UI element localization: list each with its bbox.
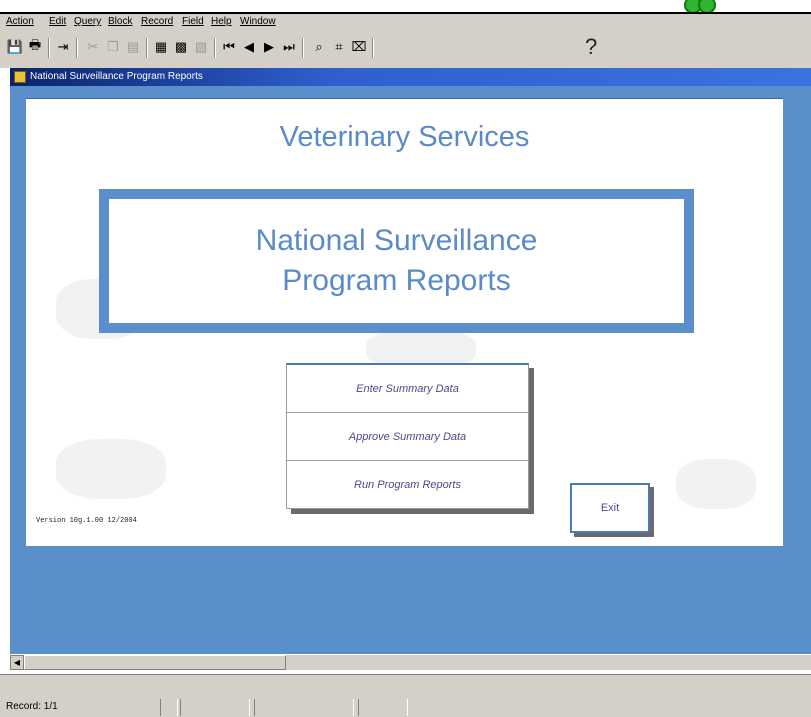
form-area: Veterinary Services National Surveillanc… [10, 86, 811, 654]
first-record-icon[interactable]: ⏮ [220, 38, 238, 56]
last-record-icon[interactable]: ⏭ [280, 38, 298, 56]
paste-icon[interactable]: ▤ [124, 38, 142, 56]
background-watermark [56, 439, 166, 499]
program-title-line1: National Surveillance [255, 224, 538, 257]
cut-icon[interactable]: ✂ [84, 38, 102, 56]
status-cell [180, 699, 250, 716]
previous-record-icon[interactable]: ◀ [240, 38, 258, 56]
status-cell [358, 699, 408, 716]
exit-icon[interactable]: ⇥ [54, 38, 72, 56]
delete-record-icon[interactable]: ▧ [192, 38, 210, 56]
status-cell [160, 699, 178, 716]
print-icon[interactable]: 🖶 [26, 37, 44, 56]
record-status: Record: 1/1 [6, 701, 58, 712]
help-icon[interactable]: ? [585, 34, 597, 60]
top-caption-strip [0, 0, 811, 12]
menu-help[interactable]: Help [211, 16, 232, 27]
enter-query-icon[interactable]: ⌕ [310, 38, 328, 56]
cancel-query-icon[interactable]: ⌧ [350, 38, 368, 56]
logo-icon [680, 0, 730, 12]
copy-icon[interactable]: ❐ [104, 38, 122, 56]
enter-summary-data-button[interactable]: Enter Summary Data [287, 365, 528, 413]
status-bar: Record: 1/1 [0, 674, 811, 717]
insert-record-icon[interactable]: ▦ [152, 38, 170, 56]
main-canvas: Veterinary Services National Surveillanc… [26, 98, 783, 546]
approve-summary-data-button[interactable]: Approve Summary Data [287, 413, 528, 461]
toolbar: 💾 🖶 ⇥ ✂ ❐ ▤ ▦ ▩ ▧ ⏮ ◀ ▶ ⏭ ⌕ ⌗ ⌧ ? [0, 30, 811, 68]
save-icon[interactable]: 💾 [6, 38, 24, 56]
next-record-icon[interactable]: ▶ [260, 38, 278, 56]
horizontal-scrollbar[interactable]: ◀ [10, 654, 811, 670]
menu-action[interactable]: Action [6, 16, 34, 27]
action-menu-panel: Enter Summary Data Approve Summary Data … [286, 363, 529, 509]
background-watermark [676, 459, 756, 509]
menu-field[interactable]: Field [182, 16, 204, 27]
program-title-box: National Surveillance Program Reports [99, 189, 694, 333]
menu-query[interactable]: Query [74, 16, 101, 27]
window-icon [14, 71, 26, 83]
menu-bar: Action Edit Query Block Record Field Hel… [0, 12, 811, 30]
version-label: Version 10g.1.00 12/2004 [36, 517, 137, 525]
scroll-thumb[interactable] [24, 655, 286, 670]
menu-block[interactable]: Block [108, 16, 132, 27]
duplicate-record-icon[interactable]: ▩ [172, 38, 190, 56]
run-program-reports-button[interactable]: Run Program Reports [287, 461, 528, 509]
form-titlebar: National Surveillance Program Reports [10, 68, 811, 86]
menu-record[interactable]: Record [141, 16, 173, 27]
execute-query-icon[interactable]: ⌗ [330, 38, 348, 56]
program-title-line2: Program Reports [282, 264, 511, 297]
status-cell [254, 699, 354, 716]
form-title: National Surveillance Program Reports [30, 71, 203, 82]
menu-edit[interactable]: Edit [49, 16, 66, 27]
menu-window[interactable]: Window [240, 16, 276, 27]
page-title: Veterinary Services [279, 121, 530, 153]
scroll-left-icon[interactable]: ◀ [10, 655, 24, 670]
exit-button[interactable]: Exit [570, 483, 650, 533]
